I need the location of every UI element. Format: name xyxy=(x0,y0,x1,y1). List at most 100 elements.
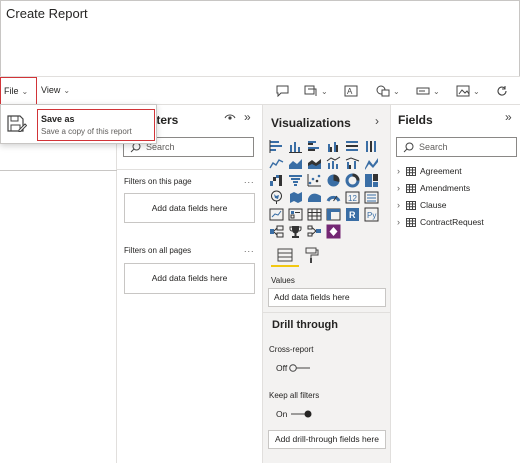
pie-icon[interactable] xyxy=(325,173,341,188)
line-chart-icon[interactable] xyxy=(268,156,284,171)
report-canvas[interactable] xyxy=(0,105,117,463)
field-table-item[interactable]: › Agreement xyxy=(397,164,462,178)
ribbon-chart-icon[interactable] xyxy=(363,156,379,171)
save-as-icon xyxy=(7,115,28,135)
svg-text:A: A xyxy=(347,87,353,96)
field-table-item[interactable]: › Clause xyxy=(397,198,446,212)
filters-separator xyxy=(117,169,263,170)
filled-map-icon[interactable] xyxy=(287,190,303,205)
cross-report-label: Cross-report xyxy=(269,345,314,354)
chevron-down-icon: ⌄ xyxy=(321,86,328,96)
visualizations-title: Visualizations xyxy=(271,116,351,130)
comment-icon[interactable] xyxy=(276,84,289,98)
100-bar-icon[interactable] xyxy=(344,139,360,154)
stacked-area-icon[interactable] xyxy=(306,156,322,171)
file-menu-button[interactable]: File ⌄ xyxy=(0,77,37,105)
treemap-icon[interactable] xyxy=(363,173,379,188)
ribbon-toolbar: File ⌄ View ⌄ ⌄ A ⌄ ⌄ ⌄ xyxy=(0,76,520,105)
kpi-icon[interactable] xyxy=(268,207,284,222)
key-influencers-icon[interactable] xyxy=(268,224,284,239)
field-table-item[interactable]: › ContractRequest xyxy=(397,215,484,229)
image-icon[interactable]: ⌄ xyxy=(456,84,480,98)
fields-search-input[interactable] xyxy=(419,142,509,152)
save-as-menu-item[interactable]: Save as Save a copy of this report xyxy=(37,109,155,141)
toggle-on-icon xyxy=(291,410,312,418)
more-options-icon[interactable]: ... xyxy=(244,244,255,254)
fields-title: Fields xyxy=(398,113,433,127)
field-table-label: Clause xyxy=(420,200,447,210)
page-filters-drop-well[interactable]: Add data fields here xyxy=(124,193,255,223)
svg-text:12: 12 xyxy=(348,194,357,203)
clustered-bar-icon[interactable] xyxy=(306,139,322,154)
svg-text:R: R xyxy=(349,210,356,220)
matrix-icon[interactable] xyxy=(325,207,341,222)
toggle-off-icon xyxy=(289,364,311,372)
fields-well-tab-icon[interactable] xyxy=(277,247,293,265)
collapse-filters-icon[interactable]: » xyxy=(244,110,251,124)
donut-icon[interactable] xyxy=(344,173,360,188)
map-icon[interactable] xyxy=(268,190,284,205)
funnel-icon[interactable] xyxy=(287,173,303,188)
filters-on-page-label: Filters on this page xyxy=(124,177,192,186)
fields-search-box[interactable] xyxy=(396,137,517,157)
python-visual-icon[interactable]: Py xyxy=(363,207,379,222)
powerapps-icon[interactable] xyxy=(325,224,341,239)
view-menu-button[interactable]: View ⌄ xyxy=(38,77,78,105)
decomposition-icon[interactable] xyxy=(306,224,322,239)
100-column-icon[interactable] xyxy=(363,139,379,154)
area-chart-icon[interactable] xyxy=(287,156,303,171)
trophy-icon[interactable] xyxy=(287,224,303,239)
values-drop-well[interactable]: Add data fields here xyxy=(268,288,386,307)
visualizations-pane: Visualizations › 12 R Py Values Add data f… xyxy=(263,105,391,463)
table-icon xyxy=(406,217,416,227)
chevron-down-icon: ⌄ xyxy=(63,86,71,95)
format-paint-roller-icon[interactable] xyxy=(305,247,319,266)
chevron-right-icon: › xyxy=(397,200,400,210)
cross-report-toggle[interactable]: Off xyxy=(276,363,311,373)
line-column-icon[interactable] xyxy=(325,156,341,171)
collapse-visualizations-icon[interactable]: › xyxy=(375,114,379,128)
keep-all-filters-label: Keep all filters xyxy=(269,391,320,400)
chevron-down-icon: ⌄ xyxy=(473,86,480,96)
textbox-icon[interactable]: A xyxy=(344,84,358,98)
keep-all-filters-toggle[interactable]: On xyxy=(276,409,312,419)
table-icon xyxy=(406,183,416,193)
scatter-icon[interactable] xyxy=(306,173,322,188)
title-bar: Create Report xyxy=(0,0,520,30)
refresh-icon[interactable] xyxy=(496,84,508,98)
r-visual-icon[interactable]: R xyxy=(344,207,360,222)
line-clustered-icon[interactable] xyxy=(344,156,360,171)
field-table-item[interactable]: › Amendments xyxy=(397,181,470,195)
buttons-icon[interactable]: ⌄ xyxy=(416,84,440,98)
all-pages-filters-drop-well[interactable]: Add data fields here xyxy=(124,263,255,294)
filters-pane: lters » Filters on this page ... Add dat… xyxy=(117,105,263,463)
stacked-column-icon[interactable] xyxy=(287,139,303,154)
collapse-fields-icon[interactable]: » xyxy=(505,110,512,124)
values-label: Values xyxy=(271,276,295,285)
table-icon[interactable] xyxy=(306,207,322,222)
more-options-icon[interactable]: ... xyxy=(244,175,255,185)
drill-through-drop-well[interactable]: Add drill-through fields here xyxy=(268,430,386,449)
bookmark-icon[interactable]: ⌄ xyxy=(304,84,328,98)
card-icon[interactable]: 12 xyxy=(344,190,360,205)
waterfall-icon[interactable] xyxy=(268,173,284,188)
clustered-column-icon[interactable] xyxy=(325,139,341,154)
shapes-icon[interactable]: ⌄ xyxy=(376,84,400,98)
viz-separator xyxy=(263,312,391,313)
field-table-label: Amendments xyxy=(420,183,471,193)
filters-search-input[interactable] xyxy=(146,142,236,152)
eye-icon[interactable] xyxy=(224,113,236,125)
chevron-down-icon: ⌄ xyxy=(21,87,29,96)
multirow-card-icon[interactable] xyxy=(363,190,379,205)
chevron-right-icon: › xyxy=(397,217,400,227)
shape-map-icon[interactable] xyxy=(306,190,322,205)
view-menu-label: View xyxy=(41,85,61,95)
table-icon xyxy=(406,200,416,210)
chevron-down-icon: ⌄ xyxy=(393,86,400,96)
fields-pane: Fields » › Agreement › Amendments › Clau… xyxy=(391,105,520,463)
chevron-right-icon: › xyxy=(397,183,400,193)
chevron-down-icon: ⌄ xyxy=(433,86,440,96)
slicer-icon[interactable] xyxy=(287,207,303,222)
stacked-bar-icon[interactable] xyxy=(268,139,284,154)
gauge-icon[interactable] xyxy=(325,190,341,205)
